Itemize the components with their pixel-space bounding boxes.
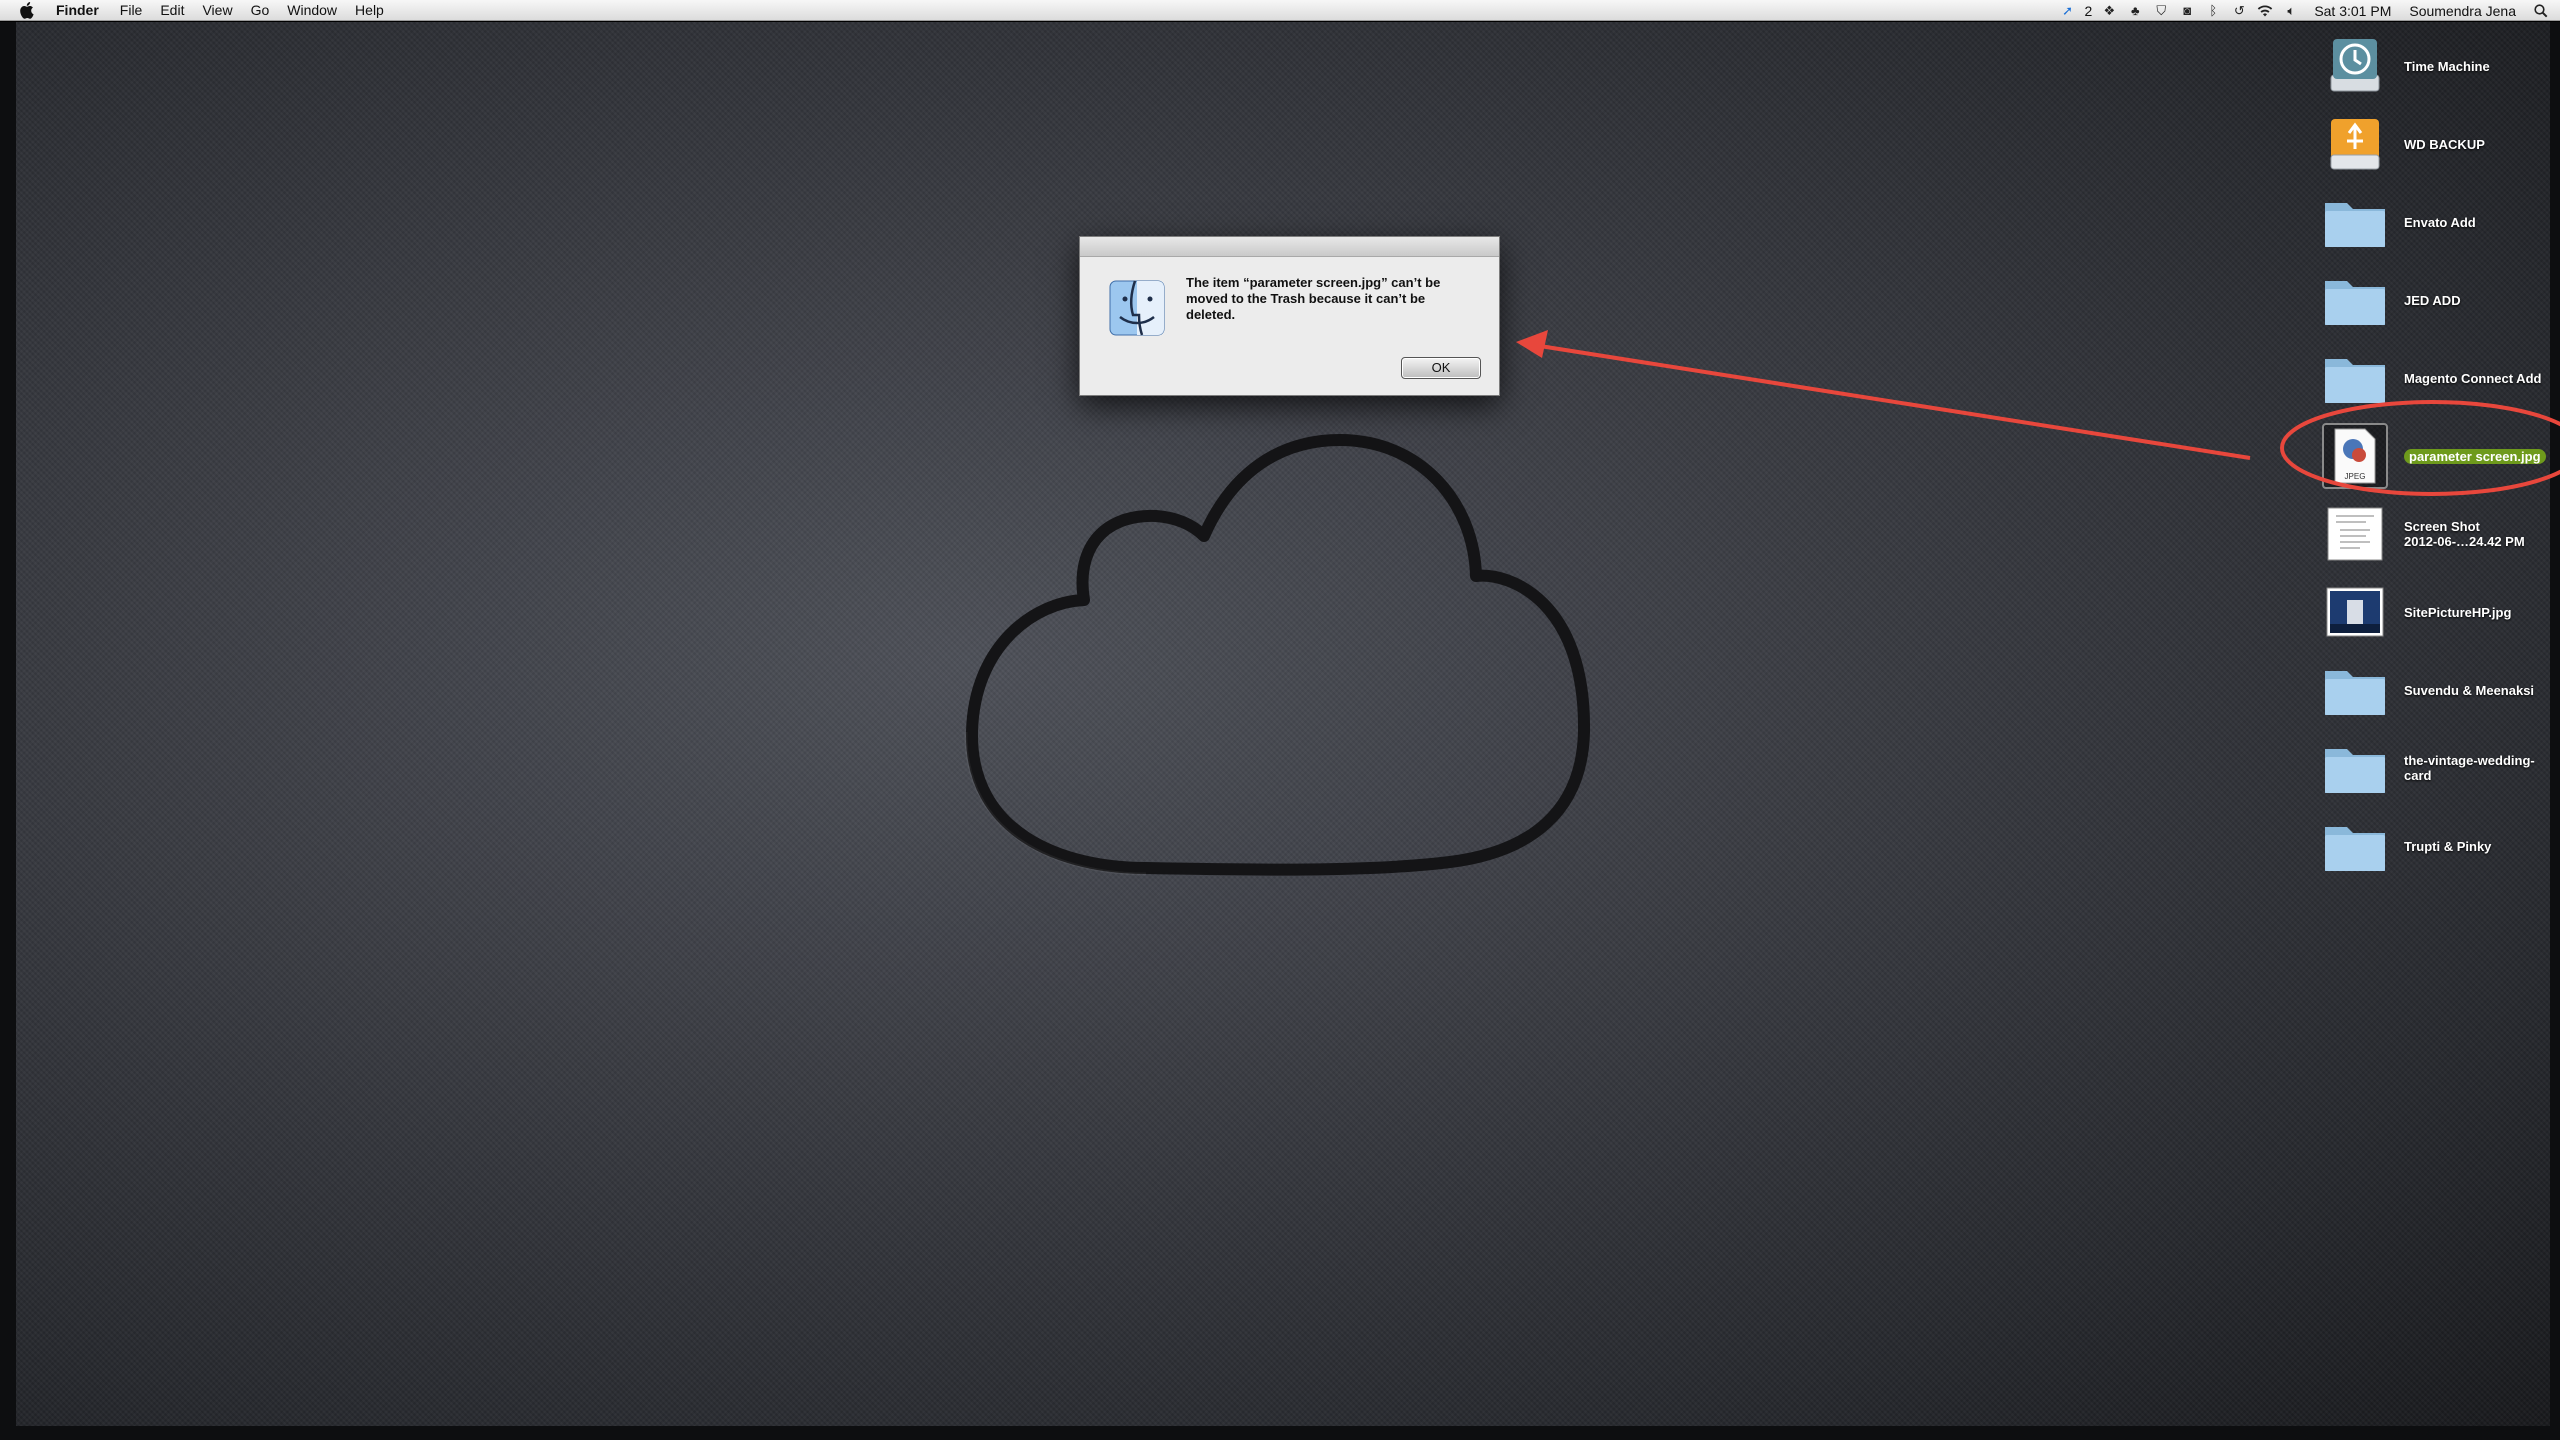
desktop-icon-suvendu-meenaksi[interactable]: Suvendu & Meenaksi — [2322, 654, 2552, 726]
ok-button[interactable]: OK — [1401, 357, 1481, 379]
menu-bar: Finder File Edit View Go Window Help ➚ 2… — [0, 0, 2560, 21]
wifi-icon[interactable] — [2256, 3, 2274, 19]
desktop-icon-label: JED ADD — [2404, 292, 2461, 308]
apple-menu-icon[interactable] — [20, 1, 38, 19]
desktop-icon-label: Magento Connect Add — [2404, 370, 2542, 386]
desktop-icon-label: SitePictureHP.jpg — [2404, 604, 2512, 620]
time-machine-menu-icon[interactable]: ↺ — [2230, 3, 2248, 19]
folder-icon — [2322, 735, 2388, 801]
folder-icon — [2322, 189, 2388, 255]
menu-edit[interactable]: Edit — [151, 0, 193, 21]
desktop-icon-parameter-screen[interactable]: JPEG parameter screen.jpg — [2322, 420, 2552, 492]
desktop-icon-wd-backup[interactable]: WD BACKUP — [2322, 108, 2552, 180]
skype-status-icon[interactable]: ➚ — [2059, 3, 2077, 19]
desktop-icon-label: parameter screen.jpg — [2404, 448, 2546, 464]
folder-icon — [2322, 267, 2388, 333]
desktop-icon-label: Screen Shot 2012-06-…24.42 PM — [2404, 519, 2525, 549]
desktop-icon-label: Time Machine — [2404, 58, 2490, 74]
desktop-icon-sitepicturehp[interactable]: SitePictureHP.jpg — [2322, 576, 2552, 648]
screenshot-file-icon — [2322, 501, 2388, 567]
desktop-icon-jed-add[interactable]: JED ADD — [2322, 264, 2552, 336]
clipboard-icon[interactable]: ◙ — [2178, 3, 2196, 19]
svg-text:JPEG: JPEG — [2345, 472, 2366, 481]
menu-help[interactable]: Help — [346, 0, 393, 21]
folder-icon — [2322, 657, 2388, 723]
menu-clock[interactable]: Sat 3:01 PM — [2314, 3, 2391, 19]
desktop-icon-label: the-vintage-wedding- card — [2404, 753, 2535, 783]
shield-icon[interactable]: ⛉ — [2152, 3, 2170, 19]
folder-icon — [2322, 813, 2388, 879]
menu-go[interactable]: Go — [242, 0, 279, 21]
finder-icon — [1108, 279, 1166, 337]
desktop-icon-magento-connect-add[interactable]: Magento Connect Add — [2322, 342, 2552, 414]
dialog-titlebar[interactable] — [1080, 237, 1499, 257]
desktop-icon-envato-add[interactable]: Envato Add — [2322, 186, 2552, 258]
desktop-icon-label: Suvendu & Meenaksi — [2404, 682, 2535, 698]
desktop-frame-left — [0, 22, 16, 1440]
desktop-icon-screen-shot[interactable]: Screen Shot 2012-06-…24.42 PM — [2322, 498, 2552, 570]
dialog-message: The item “parameter screen.jpg” can’t be… — [1186, 275, 1441, 322]
desktop-icon-label: Trupti & Pinky — [2404, 838, 2492, 854]
desktop-icon-label: WD BACKUP — [2404, 136, 2485, 152]
desktop-icon-vintage-wedding-card[interactable]: the-vintage-wedding- card — [2322, 732, 2552, 804]
menu-user[interactable]: Soumendra Jena — [2409, 3, 2516, 19]
folder-icon — [2322, 345, 2388, 411]
spotlight-search-icon[interactable] — [2532, 3, 2550, 19]
menu-window[interactable]: Window — [278, 0, 346, 21]
alert-dialog: The item “parameter screen.jpg” can’t be… — [1079, 236, 1500, 396]
icloud-wallpaper-icon — [964, 434, 1591, 876]
menu-app-finder[interactable]: Finder — [52, 0, 111, 21]
desktop-frame-bottom — [0, 1426, 2560, 1440]
menu-view[interactable]: View — [193, 0, 241, 21]
bluetooth-icon[interactable]: ᛒ — [2204, 3, 2222, 19]
dropbox-icon[interactable]: ❖ — [2100, 3, 2118, 19]
notification-count: 2 — [2084, 2, 2093, 19]
image-file-icon — [2322, 579, 2388, 645]
desktop-icon-time-machine[interactable]: Time Machine — [2322, 30, 2552, 102]
jpeg-file-icon: JPEG — [2322, 423, 2388, 489]
usb-drive-icon — [2322, 111, 2388, 177]
volume-icon[interactable]: 🔈︎ — [2282, 3, 2300, 19]
time-machine-drive-icon — [2322, 33, 2388, 99]
evernote-icon[interactable]: ♣ — [2126, 3, 2144, 19]
desktop[interactable] — [0, 22, 2560, 1440]
desktop-icon-label: Envato Add — [2404, 214, 2476, 230]
desktop-icon-trupti-pinky[interactable]: Trupti & Pinky — [2322, 810, 2552, 882]
menu-file[interactable]: File — [111, 0, 152, 21]
